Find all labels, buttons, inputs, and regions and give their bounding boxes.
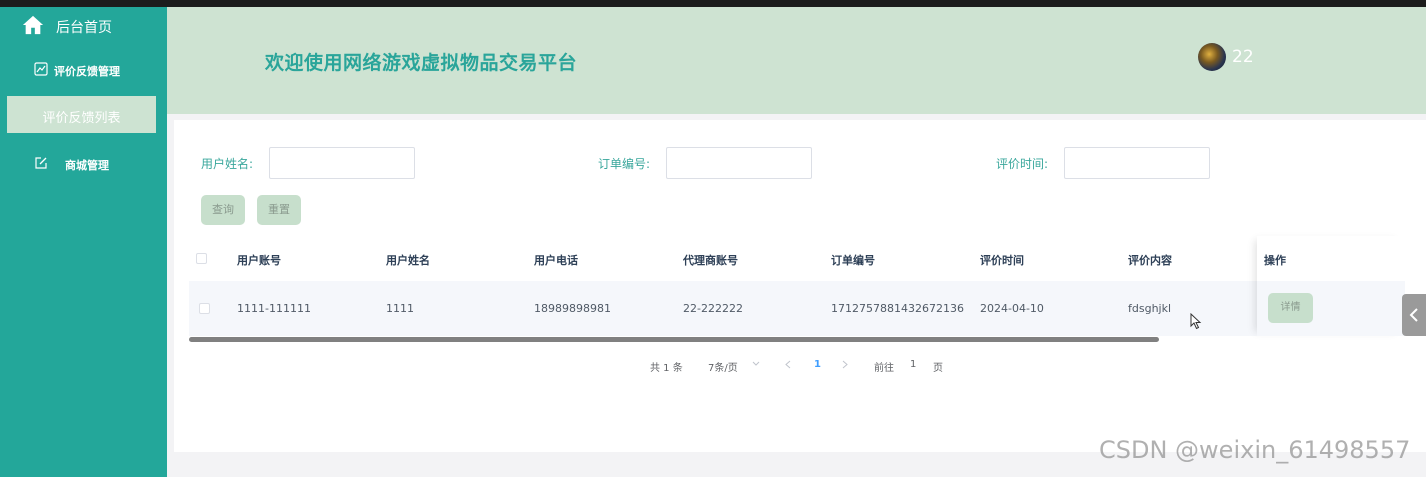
page-suffix-label: 页 (933, 363, 943, 374)
row-checkbox[interactable] (199, 303, 210, 314)
prev-page-icon[interactable] (785, 360, 791, 369)
sidebar-home-label: 后台首页 (56, 20, 112, 36)
goto-label: 前往 (874, 363, 894, 374)
sidebar-subitem-review-list[interactable]: 评价反馈列表 (7, 96, 156, 133)
column-header: 评价时间 (980, 254, 1024, 267)
table-cell: 1111 (386, 302, 414, 315)
table-cell: 22-222222 (683, 302, 743, 315)
review-time-input[interactable] (1064, 147, 1210, 179)
column-header: 用户电话 (534, 254, 578, 267)
column-header: 代理商账号 (683, 254, 738, 267)
table-row[interactable] (189, 281, 1405, 336)
table-cell: fdsghjkl (1128, 302, 1172, 315)
table-cell: 2024-04-10 (980, 302, 1044, 315)
column-header: 用户账号 (237, 254, 281, 267)
column-header: 用户姓名 (386, 254, 430, 267)
order-no-label: 订单编号: (598, 157, 651, 171)
chevron-left-icon (1409, 308, 1418, 322)
user-name-input[interactable] (269, 147, 415, 179)
username[interactable]: 22 (1232, 47, 1254, 67)
edit-icon (35, 157, 47, 169)
header: 欢迎使用网络游戏虚拟物品交易平台 22 (167, 7, 1426, 114)
goto-page-input[interactable]: 1 (910, 359, 916, 370)
column-header: 评价内容 (1128, 254, 1172, 267)
pagination-total: 共 1 条 (650, 363, 683, 374)
home-icon (22, 15, 44, 35)
sidebar-subitem-label: 评价反馈列表 (42, 111, 121, 126)
column-header: 订单编号 (831, 254, 875, 267)
watermark: CSDN @weixin_61498557 (1099, 436, 1411, 464)
side-collapse-tab[interactable] (1402, 294, 1426, 336)
top-bar (0, 0, 1426, 7)
page-size-select[interactable]: 7条/页 (708, 359, 738, 374)
sidebar-item-label: 评价反馈管理 (54, 65, 120, 78)
chart-icon (34, 62, 48, 76)
table-cell: 1111-111111 (237, 302, 311, 315)
review-time-label: 评价时间: (996, 157, 1049, 171)
order-no-input[interactable] (666, 147, 812, 179)
table-cell: 18989898981 (534, 302, 611, 315)
sidebar-item-review-management[interactable]: 评价反馈管理 (0, 57, 167, 83)
sidebar-home[interactable]: 后台首页 (0, 7, 167, 43)
horizontal-scrollbar-thumb[interactable] (189, 337, 1159, 342)
select-all-checkbox[interactable] (196, 253, 207, 264)
chevron-down-icon[interactable] (752, 361, 760, 367)
column-header: 操作 (1264, 254, 1286, 267)
detail-button[interactable]: 详情 (1268, 293, 1313, 323)
sidebar-item-label: 商城管理 (65, 159, 109, 172)
avatar[interactable] (1198, 43, 1226, 71)
page-title: 欢迎使用网络游戏虚拟物品交易平台 (265, 52, 578, 74)
sidebar: 后台首页 评价反馈管理 评价反馈列表 商城管理 (0, 7, 167, 477)
next-page-icon[interactable] (842, 360, 848, 369)
sidebar-item-mall-management[interactable]: 商城管理 (0, 153, 167, 179)
search-button[interactable]: 查询 (201, 195, 245, 225)
user-name-label: 用户姓名: (201, 157, 254, 171)
mouse-cursor-icon (1190, 313, 1202, 330)
pagination-current-page[interactable]: 1 (814, 359, 821, 370)
table-cell: 1712757881432672136 (831, 302, 964, 315)
reset-button[interactable]: 重置 (257, 195, 301, 225)
